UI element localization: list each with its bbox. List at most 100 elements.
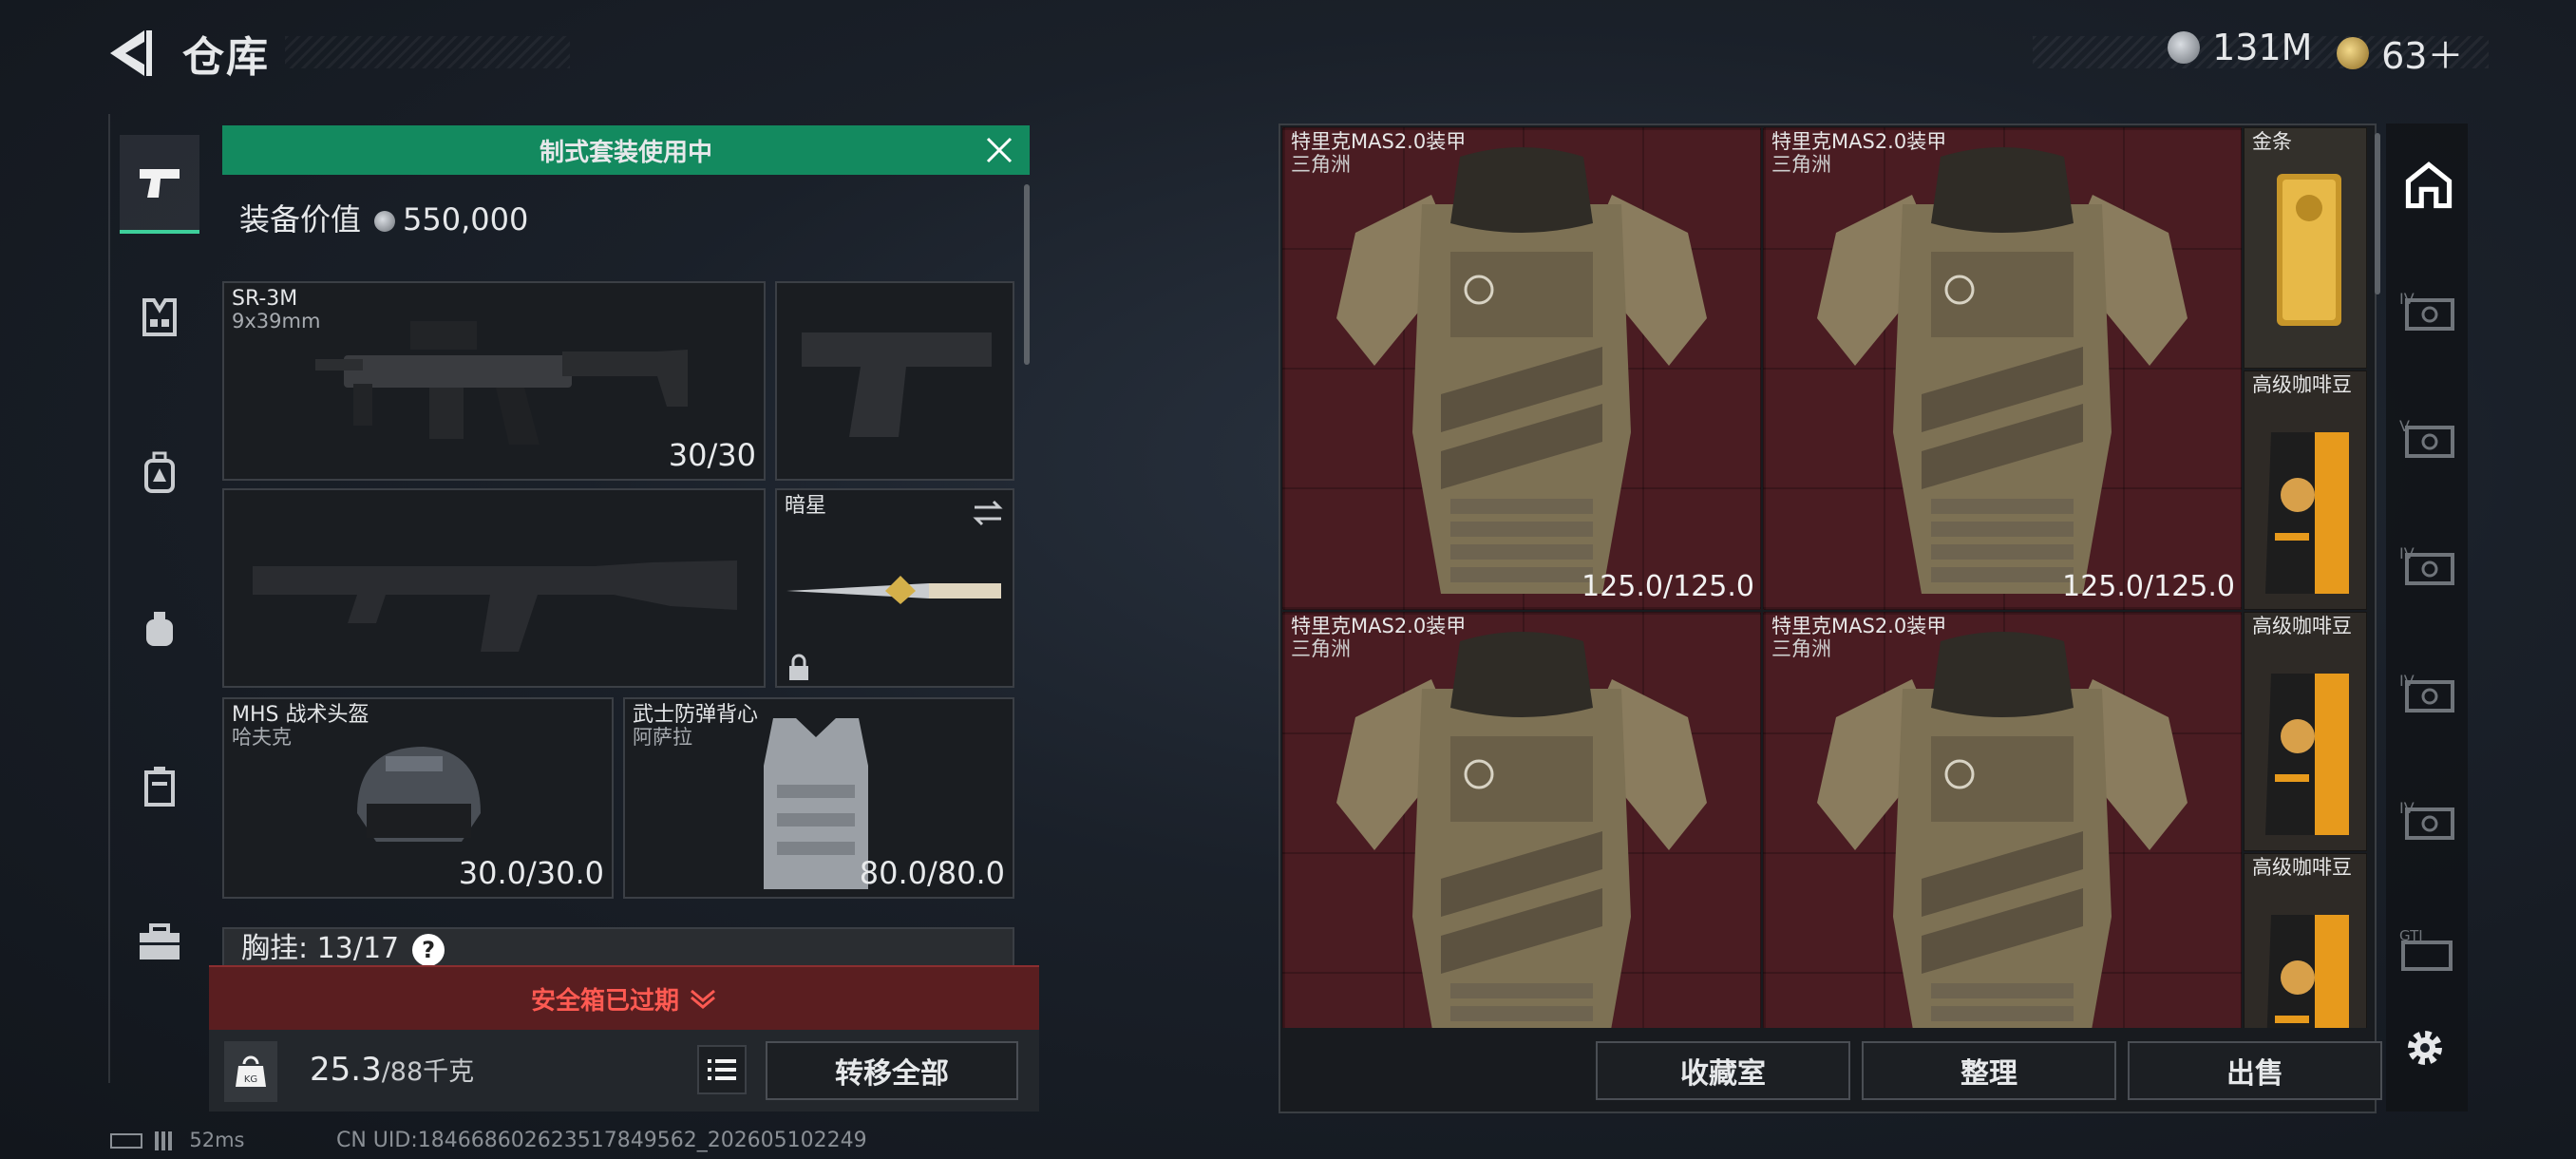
chest-rig-label: 胸挂: [241, 932, 309, 965]
equipment-value-label: 装备价值 [239, 201, 362, 238]
rail-chest-rig[interactable] [120, 277, 199, 357]
category-rail [108, 114, 207, 1083]
helmet-slot[interactable]: MHS 战术头盔 哈夫克 30.0/30.0 [222, 697, 614, 899]
chest-rig-count: 13/17 [316, 932, 400, 965]
ping-text: 52ms [189, 1129, 245, 1151]
sell-button[interactable]: 出售 [2128, 1041, 2382, 1100]
loadout-scrollbar[interactable] [1024, 184, 1030, 365]
pistol-icon [140, 169, 180, 198]
toolbox-icon [140, 923, 180, 960]
silver-coin-icon [374, 211, 396, 232]
silver-coin-icon [2168, 31, 2200, 64]
ammo-count: 30/30 [668, 437, 756, 473]
signal-icon [154, 1131, 178, 1150]
safebox-expired-notice[interactable]: 安全箱已过期 [209, 965, 1039, 1030]
home-stash-icon[interactable] [2399, 162, 2458, 209]
armor-faction: 阿萨拉 [633, 726, 692, 749]
stash-item-coffee[interactable]: 高级咖啡豆 [2244, 612, 2367, 851]
coffee-bag-image [2265, 674, 2349, 835]
svg-text:KG: KG [244, 1074, 257, 1085]
stash-grid: 特里克MAS2.0装甲 三角洲 125.0/125.0 特里克MAS2.0装甲 … [1282, 127, 2367, 1028]
item-name: 高级咖啡豆 [2252, 856, 2352, 879]
user-uid: CN UID:184668602623517849562_20260510224… [336, 1129, 867, 1152]
secondary-weapon-slot[interactable] [222, 488, 766, 688]
helmet-durability: 30.0/30.0 [458, 855, 604, 891]
armor-name: 武士防弹背心 [633, 703, 759, 727]
sidearm-slot[interactable] [775, 281, 1014, 481]
armor-slot[interactable]: 武士防弹背心 阿萨拉 80.0/80.0 [623, 697, 1014, 899]
gold-coin-icon [2337, 36, 2369, 69]
stash-item-coffee[interactable]: 高级咖啡豆 [2244, 853, 2367, 1028]
armor-durability: 80.0/80.0 [859, 855, 1005, 891]
stash-tab-6[interactable]: GTI [2397, 927, 2456, 975]
rail-toolbox[interactable] [120, 902, 199, 982]
container-tab-icon: IV [2399, 799, 2454, 840]
rail-pouch[interactable] [120, 589, 199, 669]
stash-item-coffee[interactable]: 高级咖啡豆 [2244, 370, 2367, 610]
transfer-all-button[interactable]: 转移全部 [766, 1041, 1018, 1100]
stash-item-gold-bar[interactable]: 金条 [2244, 127, 2367, 369]
back-arrow-icon [110, 30, 152, 76]
helmet-name: MHS 战术头盔 [232, 703, 369, 727]
stash-item[interactable]: 特里克MAS2.0装甲 三角洲 125.0/125.0 [1282, 127, 1761, 610]
armor-image [1336, 147, 1707, 594]
close-icon[interactable] [984, 135, 1014, 165]
rail-safebox[interactable] [120, 747, 199, 826]
container-tab-icon: IV [2399, 290, 2454, 331]
silver-amount: 131M [2212, 27, 2313, 68]
melee-name: 暗星 [785, 494, 827, 518]
pouch-icon [146, 612, 173, 646]
page-title: 仓库 [182, 33, 270, 82]
item-name: 高级咖啡豆 [2252, 615, 2352, 637]
rifle-placeholder-icon [253, 560, 737, 652]
stash-scrollbar[interactable] [2375, 133, 2380, 294]
carry-weight-capacity: /88千克 [381, 1057, 475, 1087]
stash-item[interactable]: 特里克MAS2.0装甲 三角洲 [1282, 612, 1761, 1028]
settings-gear-icon[interactable] [2401, 1024, 2449, 1072]
stash-item[interactable]: 特里克MAS2.0装甲 三角洲 125.0/125.0 [1763, 127, 2242, 610]
stash-tab-2[interactable]: V [2397, 417, 2456, 466]
coffee-bag-image [2265, 432, 2349, 594]
stash-tab-5[interactable]: IV [2397, 799, 2456, 847]
lock-icon [789, 654, 808, 680]
weight-kg-icon: KG [236, 1055, 266, 1087]
melee-slot[interactable]: 暗星 [775, 488, 1014, 688]
rifle-image [315, 321, 688, 445]
weight-button[interactable]: KG [224, 1041, 277, 1102]
container-tab-icon: V [2399, 417, 2454, 458]
container-tab-icon: IV [2399, 544, 2454, 585]
help-icon[interactable]: ? [412, 934, 445, 966]
carry-weight: 25.3/88千克 [310, 1051, 474, 1089]
weapon-name: SR-3M [232, 287, 298, 311]
preset-kit-banner: 制式套装使用中 [222, 125, 1030, 175]
primary-weapon-slot[interactable]: SR-3M 9x39mm 30/30 [222, 281, 766, 481]
helmet-image [357, 747, 481, 842]
currency-gold[interactable]: 63＋ [2337, 27, 2463, 79]
back-button[interactable] [106, 27, 154, 80]
knife-image [786, 576, 1001, 604]
safebox-expired-text: 安全箱已过期 [530, 986, 679, 1016]
stash-tab-1[interactable]: IV [2397, 290, 2456, 338]
list-view-button[interactable] [697, 1045, 747, 1094]
item-durability: 125.0/125.0 [1582, 570, 1754, 603]
svg-text:V: V [2399, 418, 2410, 435]
pistol-placeholder-icon [802, 332, 992, 437]
swap-icon[interactable] [971, 498, 1005, 528]
stash-tab-4[interactable]: IV [2397, 672, 2456, 720]
item-name: 金条 [2252, 130, 2292, 153]
gold-bar-image [2277, 174, 2341, 326]
svg-text:GTI: GTI [2399, 927, 2423, 944]
armor-image [1336, 632, 1707, 1028]
rail-weapons[interactable] [120, 135, 199, 234]
stash-tab-3[interactable]: IV [2397, 544, 2456, 593]
list-icon [708, 1059, 736, 1080]
collection-room-button[interactable]: 收藏室 [1596, 1041, 1850, 1100]
stash-item[interactable]: 特里克MAS2.0装甲 三角洲 [1763, 612, 2242, 1028]
organize-button[interactable]: 整理 [1862, 1041, 2116, 1100]
rail-backpack[interactable] [120, 433, 199, 513]
svg-text:IV: IV [2399, 545, 2415, 562]
chest-rig-icon [142, 298, 177, 336]
armor-image [1817, 632, 2188, 1028]
title-decoration [285, 36, 570, 68]
currency-silver[interactable]: 131M [2168, 27, 2312, 68]
